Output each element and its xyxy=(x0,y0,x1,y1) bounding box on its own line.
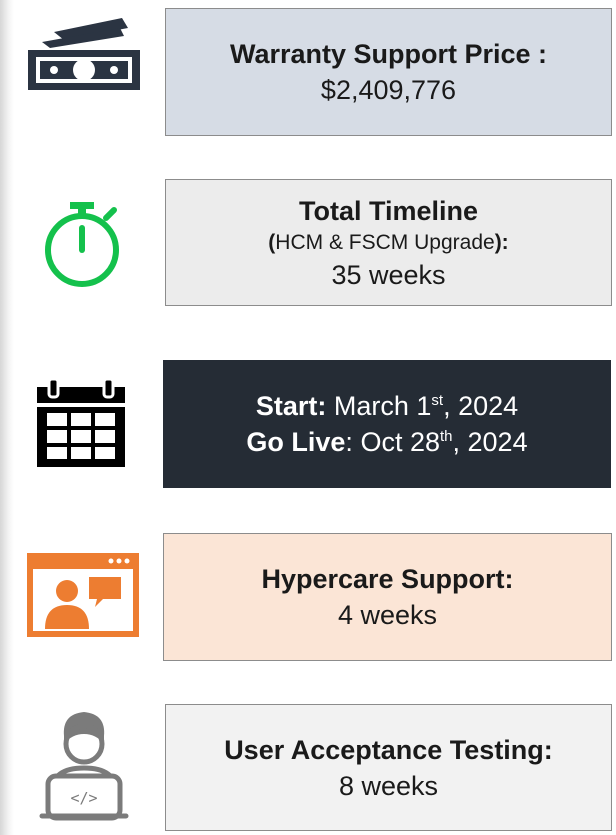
hypercare-value: 4 weeks xyxy=(337,600,438,630)
left-edge-shadow xyxy=(0,0,14,835)
warranty-label: Warranty Support Price : xyxy=(229,39,548,69)
start-label: Start: xyxy=(255,391,327,421)
timeline-value: 35 weeks xyxy=(331,259,446,290)
golive-date: Oct 28th, 2024 xyxy=(360,427,527,457)
timeline-scope-line: (HCM & FSCM Upgrade): xyxy=(268,229,508,257)
hypercare-card: Hypercare Support: 4 weeks xyxy=(163,533,612,661)
timeline-label: Total Timeline xyxy=(298,195,479,226)
uat-value: 8 weeks xyxy=(338,770,439,801)
timeline-scope: HCM & FSCM Upgrade xyxy=(275,230,495,254)
start-date: March 1st, 2024 xyxy=(334,391,518,421)
golive-date-year: , 2024 xyxy=(452,427,528,457)
golive-date-sup: th xyxy=(440,428,453,445)
warranty-value: $2,409,776 xyxy=(320,75,457,105)
cash-icon xyxy=(28,18,140,90)
start-line: Start: March 1st, 2024 xyxy=(256,388,518,424)
timeline-card: Total Timeline (HCM & FSCM Upgrade): 35 … xyxy=(165,179,612,306)
uat-label: User Acceptance Testing: xyxy=(224,734,553,765)
developer-laptop-icon: </> xyxy=(39,712,129,821)
stopwatch-icon xyxy=(45,202,119,287)
golive-line: Go Live: Oct 28th, 2024 xyxy=(246,424,527,460)
start-date-main: March 1 xyxy=(333,391,432,421)
code-glyph: </> xyxy=(70,789,97,807)
golive-colon: : xyxy=(345,427,353,457)
golive-date-main: Oct 28 xyxy=(360,427,440,457)
start-date-year: , 2024 xyxy=(443,391,519,421)
timeline-paren-close: ): xyxy=(494,230,509,254)
warranty-price-card: Warranty Support Price : $2,409,776 xyxy=(165,8,612,136)
calendar-icon xyxy=(37,377,125,467)
uat-card: User Acceptance Testing: 8 weeks xyxy=(165,704,612,831)
dates-card: Start: March 1st, 2024 Go Live: Oct 28th… xyxy=(163,360,611,488)
hypercare-label: Hypercare Support: xyxy=(261,564,514,594)
golive-label: Go Live xyxy=(246,427,346,457)
video-presenter-icon xyxy=(27,553,139,637)
start-date-sup: st xyxy=(431,392,444,409)
